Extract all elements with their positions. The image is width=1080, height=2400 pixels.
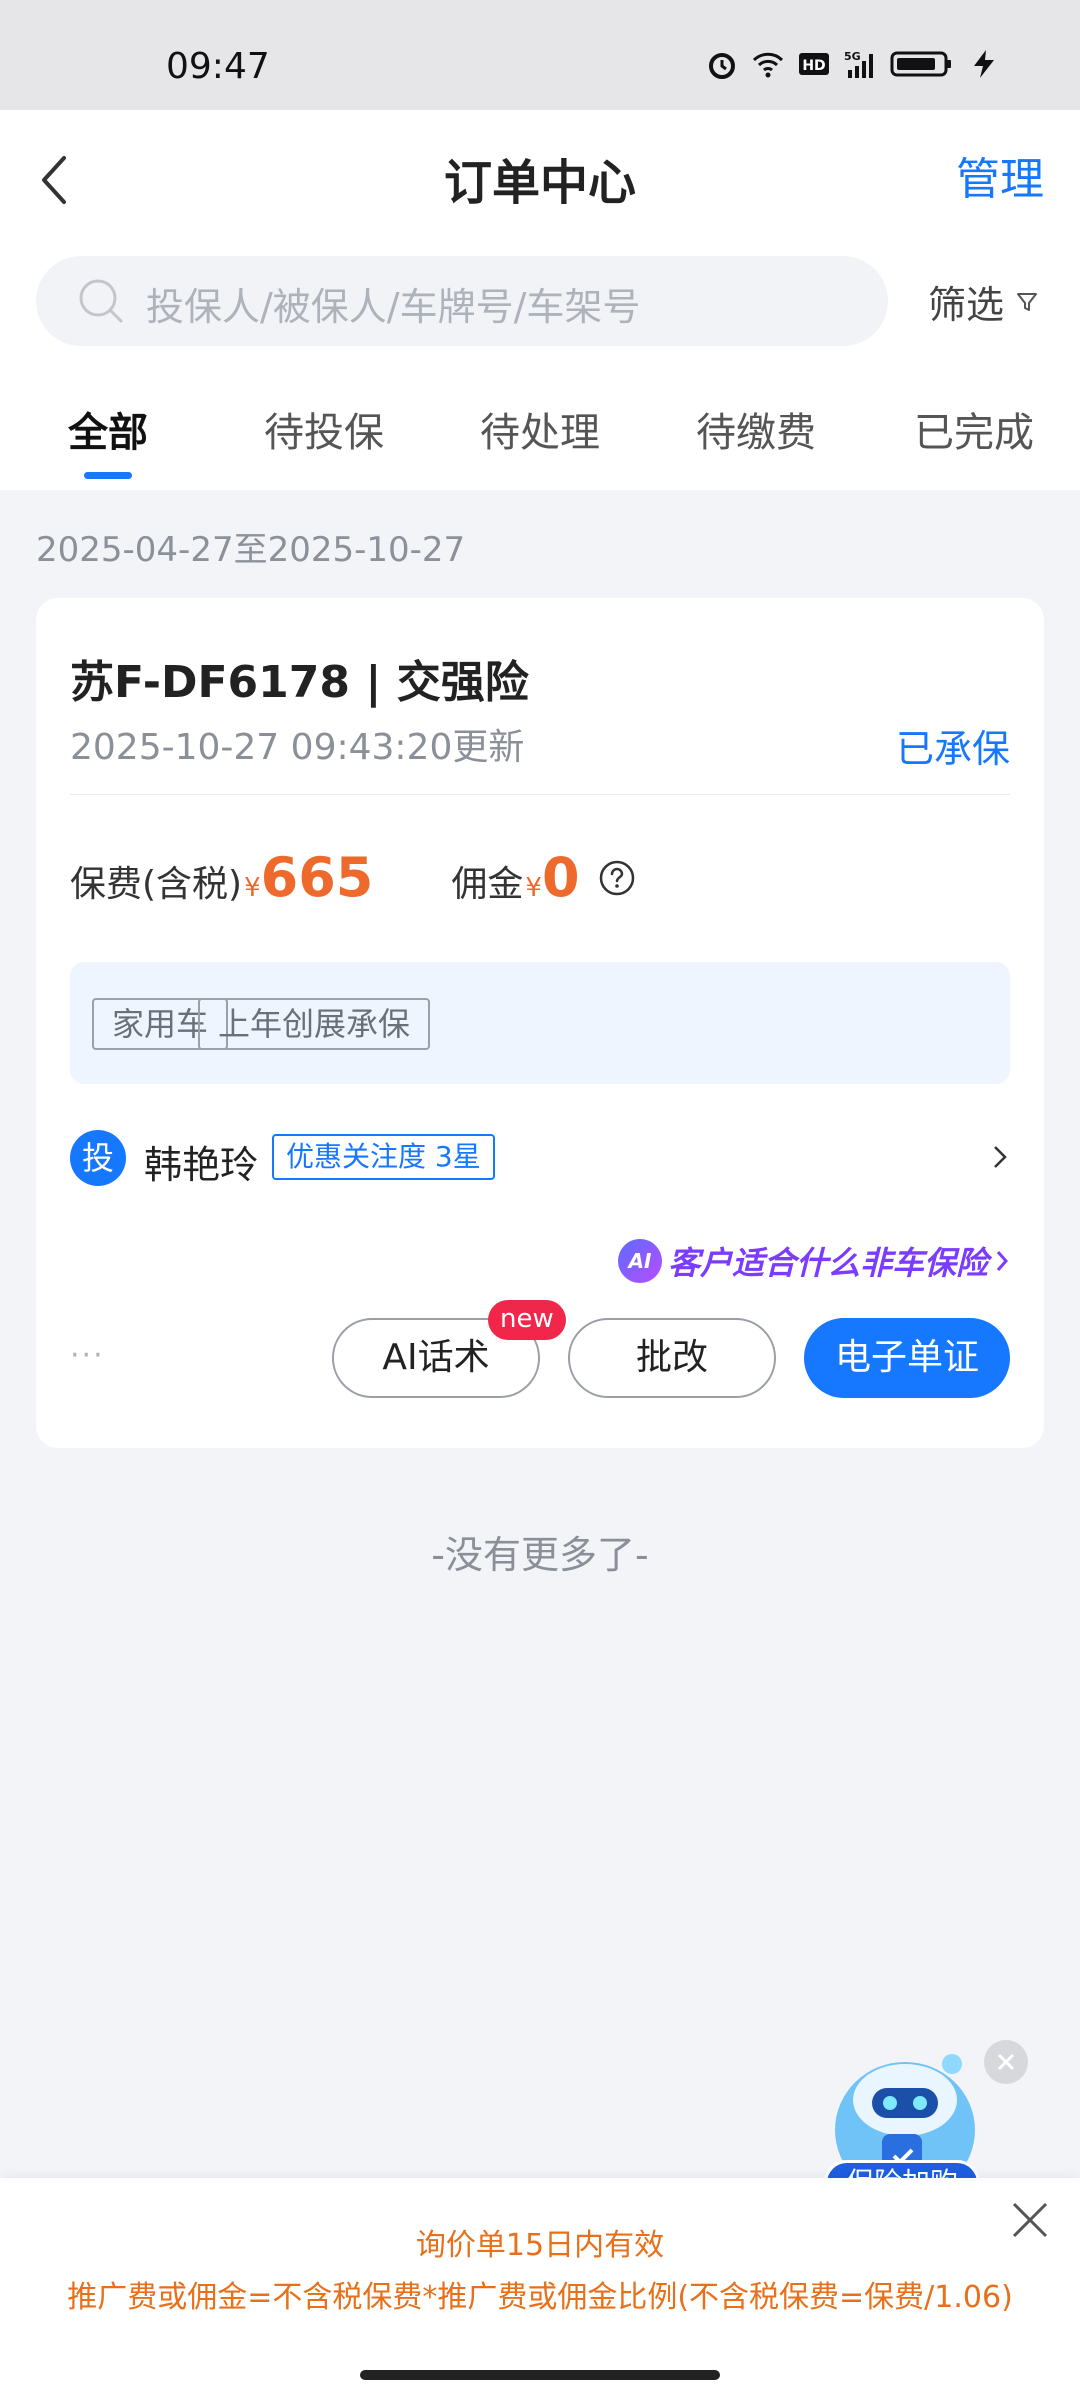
wifi-icon [752, 52, 784, 78]
premium-value: 665 [260, 846, 374, 909]
tab-indicator [84, 472, 132, 479]
hd-icon: HD [799, 53, 829, 75]
tag-box: 家用车 上年创展承保 [70, 962, 1010, 1084]
fee-row: 保费(含税) ¥ 665 佣金 ¥ 0 [70, 846, 636, 909]
premium-currency: ¥ [244, 873, 261, 903]
alarm-icon [709, 53, 735, 79]
premium-label: 保费(含税) [70, 864, 243, 905]
filter-button[interactable]: 筛选 [928, 274, 1038, 329]
new-badge: new [488, 1300, 566, 1340]
order-title: 苏F-DF6178 | 交强险 [70, 657, 529, 708]
commission-currency: ¥ [525, 873, 542, 903]
tab-bar: 全部 待投保 待处理 待缴费 已完成 [0, 380, 1080, 490]
tab-completed[interactable]: 已完成 [914, 400, 1034, 458]
signal-5g-icon: 5G [844, 50, 873, 78]
ai-promo-link[interactable]: AI 客户适合什么非车保险 [617, 1238, 1010, 1284]
status-icons: HD 5G [706, 48, 1000, 80]
status-bar: 09:47 HD 5G [0, 0, 1080, 110]
manage-button[interactable]: 管理 [956, 143, 1044, 207]
status-time: 09:47 [166, 46, 270, 87]
insured-avatar: 投 [70, 1130, 126, 1186]
chevron-right-icon [994, 1146, 1007, 1168]
charging-icon [974, 50, 994, 78]
insured-name: 韩艳玲 [144, 1143, 259, 1187]
insured-row[interactable]: 投 韩艳玲 优惠关注度 3星 [70, 1128, 1010, 1188]
divider [70, 794, 1010, 795]
banner-line-2: 推广费或佣金=不含税保费*推广费或佣金比例(不含税保费=保费/1.06) [67, 2280, 1013, 2315]
commission-label: 佣金 [451, 864, 524, 905]
robot-close-icon[interactable] [984, 2040, 1028, 2084]
no-more-text: -没有更多了- [431, 1533, 649, 1577]
more-options-icon[interactable]: ··· [70, 1338, 105, 1373]
svg-text:HD: HD [802, 58, 825, 74]
banner-line-1: 询价单15日内有效 [415, 2228, 665, 2263]
chevron-right-icon [996, 1251, 1009, 1271]
ai-logo-icon: AI [617, 1239, 662, 1283]
tab-all[interactable]: 全部 [68, 400, 148, 458]
search-input[interactable]: 投保人/被保人/车牌号/车架号 [146, 276, 640, 331]
discount-attention-badge: 优惠关注度 3星 [272, 1134, 495, 1180]
commission-value: 0 [541, 846, 580, 909]
order-updated-time: 2025-10-27 09:43:20更新 [70, 727, 525, 768]
tab-pending-payment[interactable]: 待缴费 [696, 400, 816, 458]
search-icon [79, 279, 123, 323]
home-indicator[interactable] [360, 2370, 720, 2380]
order-card[interactable]: 苏F-DF6178 | 交强险 2025-10-27 09:43:20更新 已承… [36, 598, 1044, 1448]
close-icon[interactable] [1008, 2198, 1052, 2242]
help-icon[interactable] [598, 859, 636, 897]
filter-label: 筛选 [928, 283, 1005, 327]
endorse-button[interactable]: 批改 [568, 1318, 776, 1398]
ai-promo-text: 客户适合什么非车保险 [667, 1244, 988, 1282]
battery-icon [890, 51, 951, 77]
tab-pending-insure[interactable]: 待投保 [264, 400, 384, 458]
tab-pending-process[interactable]: 待处理 [480, 400, 600, 458]
e-document-button[interactable]: 电子单证 [804, 1318, 1010, 1398]
svg-text:5G: 5G [844, 50, 861, 63]
page-title: 订单中心 [443, 155, 636, 211]
filter-icon [1017, 292, 1038, 311]
search-bar[interactable]: 投保人/被保人/车牌号/车架号 [36, 256, 888, 346]
date-range: 2025-04-27至2025-10-27 [36, 530, 466, 570]
order-status: 已承保 [895, 727, 1010, 771]
bottom-banner: 询价单15日内有效 推广费或佣金=不含税保费*推广费或佣金比例(不含税保费=保费… [0, 2178, 1080, 2400]
tag-item: 上年创展承保 [198, 998, 431, 1050]
